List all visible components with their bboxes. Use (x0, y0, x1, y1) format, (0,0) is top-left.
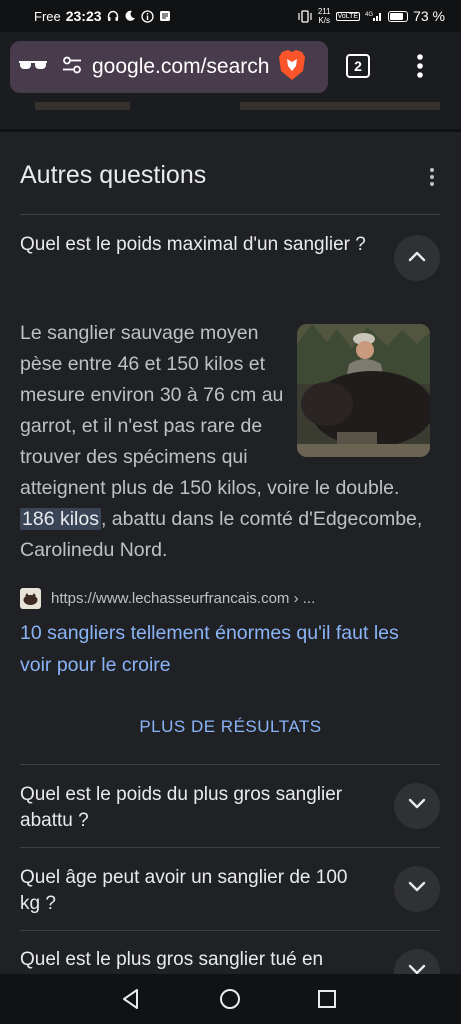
boar-photo[interactable] (297, 324, 430, 457)
section-title: Autres questions (20, 161, 207, 189)
chevron-down-icon (408, 797, 426, 815)
signal-icon: 4G (365, 10, 383, 22)
site-settings-icon[interactable] (62, 56, 82, 79)
toolbar-divider (0, 129, 461, 132)
clock: 23:23 (65, 8, 102, 24)
collapse-button[interactable] (394, 235, 440, 281)
divider (20, 930, 440, 931)
chevron-up-icon (408, 249, 426, 267)
browser-toolbar: google.com/search 2 (0, 32, 461, 132)
status-bar: Free 23:23 211 K/s VoLTE 4G 73 % (0, 0, 461, 32)
answer-snippet: Le sanglier sauvage moyen pèse entre 46 … (20, 318, 430, 566)
question-item[interactable]: Quel est le plus gros sanglier tué en (20, 947, 370, 973)
carrier-label: Free (34, 8, 61, 24)
headphones-icon (107, 10, 119, 22)
question-expanded[interactable]: Quel est le poids maximal d'un sanglier … (20, 232, 370, 258)
browser-menu-icon[interactable] (410, 52, 430, 80)
notes-icon (159, 10, 171, 22)
more-results-button[interactable]: PLUS DE RÉSULTATS (0, 717, 461, 737)
source-url[interactable]: https://www.lechasseurfrancais.com › ... (51, 590, 315, 607)
svg-text:4G: 4G (365, 12, 373, 18)
question-item[interactable]: Quel est le poids du plus gros sanglier … (20, 782, 370, 834)
moon-icon (124, 10, 136, 22)
source-title-link[interactable]: 10 sangliers tellement énormes qu'il fau… (20, 617, 430, 681)
system-nav-bar (0, 974, 461, 1024)
brave-shields-icon[interactable] (278, 49, 306, 86)
expand-button[interactable] (394, 783, 440, 829)
back-icon[interactable] (120, 988, 142, 1015)
address-bar[interactable]: google.com/search (10, 41, 328, 93)
expand-button[interactable] (394, 866, 440, 912)
network-speed: 211 K/s (317, 7, 331, 25)
source-row[interactable]: https://www.lechasseurfrancais.com › ... (20, 588, 315, 609)
url-text[interactable]: google.com/search (92, 55, 272, 79)
tab-switcher-button[interactable]: 2 (346, 54, 370, 78)
battery-icon (388, 10, 409, 22)
info-icon (140, 9, 154, 23)
page-image-strip (35, 102, 130, 110)
more-options-icon[interactable] (426, 166, 438, 188)
recents-icon[interactable] (317, 989, 337, 1014)
divider (20, 764, 440, 765)
chevron-down-icon (408, 880, 426, 898)
vibrate-icon (297, 9, 313, 23)
incognito-glasses-icon[interactable] (18, 58, 48, 77)
answer-highlight: 186 kilos (20, 508, 101, 530)
boar-favicon-icon (20, 588, 41, 609)
question-item[interactable]: Quel âge peut avoir un sanglier de 100 k… (20, 865, 370, 917)
volte-badge: VoLTE (335, 11, 361, 21)
page-image-strip (240, 102, 440, 110)
divider (20, 847, 440, 848)
home-icon[interactable] (219, 988, 241, 1015)
divider (20, 214, 440, 215)
battery-percent: 73 % (413, 8, 445, 24)
